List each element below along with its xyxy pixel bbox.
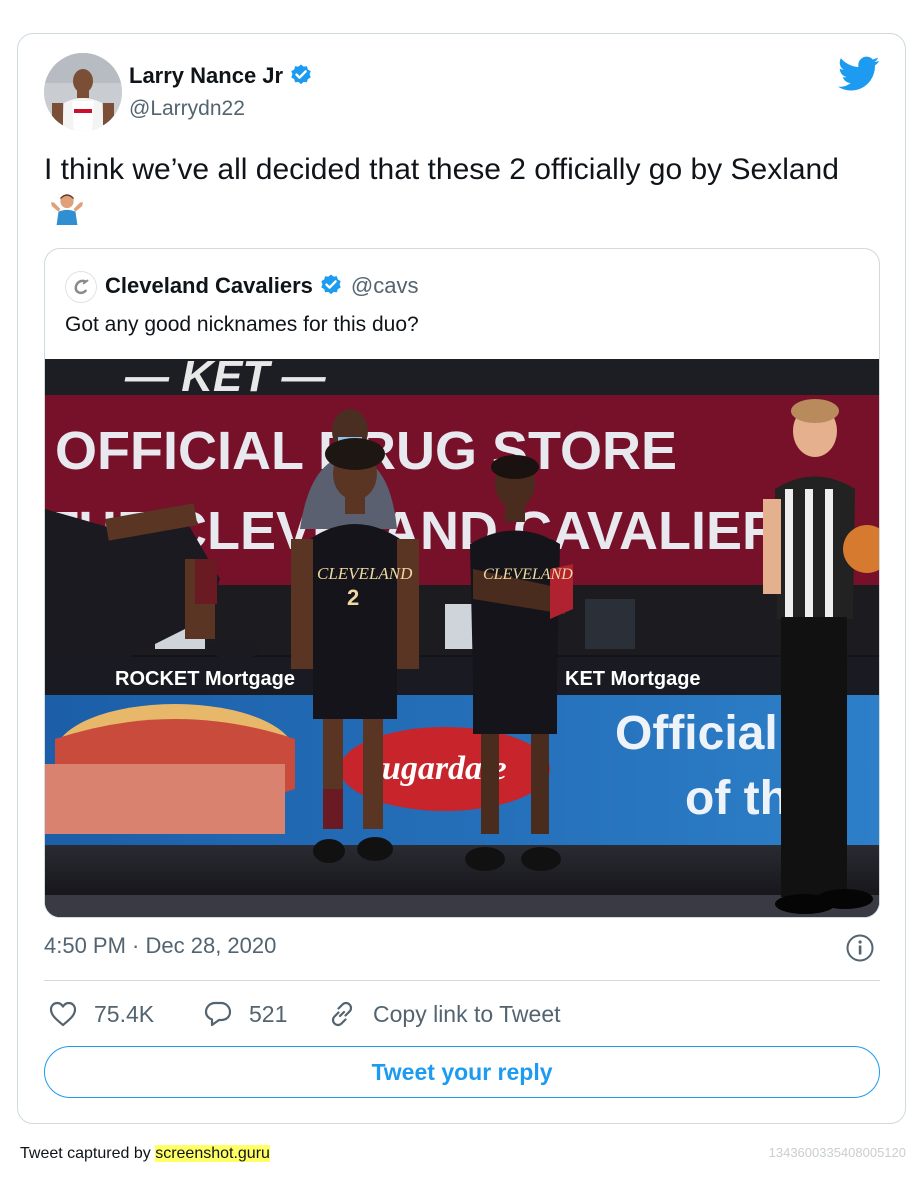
person-shrugging-emoji-icon (50, 194, 84, 225)
divider (44, 980, 880, 981)
speech-bubble-icon (204, 1001, 232, 1027)
reply-count-button[interactable]: 521 (203, 999, 287, 1029)
led-board-text: ROCKET Mortgage (115, 668, 295, 690)
quoted-author-handle: @cavs (350, 273, 419, 298)
footer-prefix: Tweet captured by (20, 1145, 156, 1162)
ad-text-line1: Official (615, 707, 778, 760)
cavs-logo-icon (65, 271, 97, 303)
link-icon (331, 1001, 353, 1027)
author-avatar[interactable] (44, 53, 122, 131)
tweet-text-body: I think we’ve all decided that these 2 o… (44, 153, 839, 186)
svg-text:KET Mortgage: KET Mortgage (565, 668, 701, 690)
info-icon[interactable] (845, 933, 875, 963)
jersey-text: CLEVELAND (317, 564, 413, 583)
tweet-timestamp[interactable]: 4:50 PM · Dec 28, 2020 (44, 933, 276, 959)
quoted-tweet[interactable]: Cleveland Cavaliers @cavs Got any good n… (44, 248, 880, 918)
author-handle[interactable]: @Larrydn22 (129, 97, 245, 121)
svg-text:— KET —: — KET — (124, 359, 326, 401)
tweet-your-reply-button[interactable]: Tweet your reply (44, 1046, 880, 1098)
twitter-bird-icon[interactable] (838, 56, 880, 92)
heart-icon (49, 1001, 77, 1027)
jersey-number: 2 (347, 585, 359, 610)
copy-link-label: Copy link to Tweet (373, 1000, 561, 1027)
tweet-id: 1343600335408005120 (768, 1145, 906, 1160)
copy-link-button[interactable]: Copy link to Tweet (327, 999, 561, 1029)
reply-count: 521 (249, 1000, 288, 1027)
footer-site-link[interactable]: screenshot.guru (155, 1145, 270, 1162)
author-name[interactable]: Larry Nance Jr (129, 63, 313, 89)
like-button[interactable]: 75.4K (48, 999, 154, 1029)
footer-credit: Tweet captured by screenshot.guru (20, 1145, 270, 1163)
svg-text:CLEVELAND: CLEVELAND (483, 566, 573, 583)
player-avatar-image (44, 53, 122, 131)
tweet-text: I think we’ve all decided that these 2 o… (44, 150, 844, 230)
quoted-tweet-photo[interactable]: — KET — OFFICIAL DRUG STORE THE CLEVELAN… (45, 359, 879, 917)
author-name-text: Larry Nance Jr (129, 63, 284, 88)
quoted-author: Cleveland Cavaliers @cavs (105, 273, 418, 299)
quoted-author-name: Cleveland Cavaliers (105, 273, 313, 298)
quoted-tweet-text: Got any good nicknames for this duo? (65, 313, 419, 336)
like-count: 75.4K (94, 1000, 155, 1027)
verified-badge-icon (321, 274, 341, 295)
verified-badge-icon (291, 64, 311, 85)
